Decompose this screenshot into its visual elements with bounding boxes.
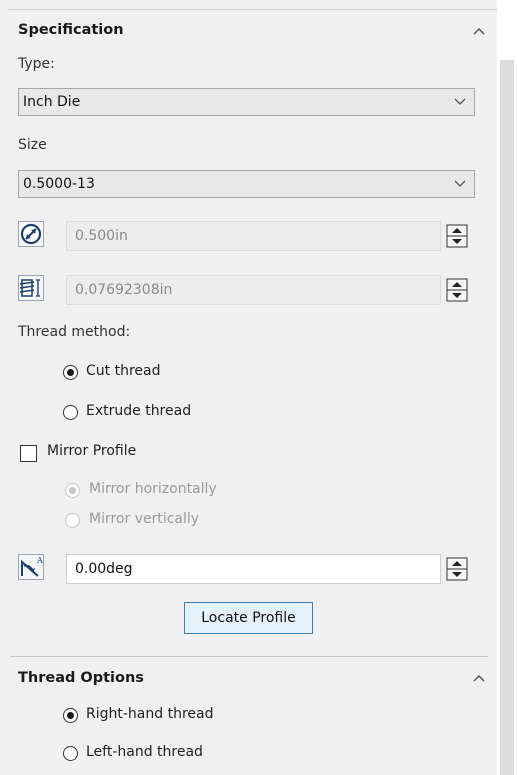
pitch-value: 0.07692308in bbox=[75, 282, 173, 298]
svg-text:A: A bbox=[36, 556, 43, 565]
chevron-down-icon bbox=[454, 180, 466, 187]
type-value: Inch Die bbox=[23, 94, 81, 110]
size-dropdown[interactable]: 0.5000-13 bbox=[18, 170, 475, 198]
cut-thread-radio[interactable] bbox=[63, 365, 78, 380]
spin-button-icon[interactable] bbox=[446, 557, 468, 581]
type-dropdown[interactable]: Inch Die bbox=[18, 88, 475, 116]
extrude-thread-label[interactable]: Extrude thread bbox=[86, 403, 191, 419]
pitch-field[interactable]: 0.07692308in bbox=[66, 275, 441, 305]
mirror-horizontally-radio[interactable] bbox=[65, 483, 80, 498]
right-hand-thread-label[interactable]: Right-hand thread bbox=[86, 706, 213, 722]
mirror-vertically-label[interactable]: Mirror vertically bbox=[89, 511, 199, 527]
mirror-profile-label[interactable]: Mirror Profile bbox=[47, 443, 136, 459]
top-divider bbox=[8, 9, 497, 10]
mirror-vertically-radio[interactable] bbox=[65, 513, 80, 528]
diameter-value: 0.500in bbox=[75, 228, 128, 244]
scrollbar-thumb[interactable] bbox=[500, 60, 514, 775]
section-divider bbox=[10, 656, 488, 657]
locate-profile-label: Locate Profile bbox=[201, 610, 296, 626]
chevron-up-icon[interactable] bbox=[472, 26, 486, 36]
thread-property-panel: Specification Type: Inch Die Size 0.5000… bbox=[0, 0, 497, 775]
mirror-horizontally-label[interactable]: Mirror horizontally bbox=[89, 481, 217, 497]
diameter-icon bbox=[18, 221, 44, 247]
rotation-angle-icon: A bbox=[18, 554, 44, 580]
extrude-thread-radio[interactable] bbox=[63, 405, 78, 420]
type-label: Type: bbox=[18, 56, 55, 72]
angle-field[interactable]: 0.00deg bbox=[66, 554, 441, 584]
locate-profile-button[interactable]: Locate Profile bbox=[184, 602, 313, 634]
thread-pitch-icon bbox=[18, 275, 44, 301]
left-hand-thread-radio[interactable] bbox=[63, 746, 78, 761]
chevron-up-icon[interactable] bbox=[472, 673, 486, 683]
mirror-profile-checkbox[interactable] bbox=[20, 445, 37, 462]
size-label: Size bbox=[18, 137, 47, 153]
right-hand-thread-radio[interactable] bbox=[63, 708, 78, 723]
spin-button-icon[interactable] bbox=[446, 224, 468, 248]
thread-options-title: Thread Options bbox=[18, 670, 144, 686]
cut-thread-label[interactable]: Cut thread bbox=[86, 363, 160, 379]
angle-value: 0.00deg bbox=[75, 561, 133, 577]
size-value: 0.5000-13 bbox=[23, 176, 95, 192]
thread-method-label: Thread method: bbox=[18, 324, 131, 340]
specification-title: Specification bbox=[18, 22, 124, 38]
spin-button-icon[interactable] bbox=[446, 278, 468, 302]
chevron-down-icon bbox=[454, 98, 466, 105]
vertical-scrollbar[interactable] bbox=[497, 0, 517, 775]
left-hand-thread-label[interactable]: Left-hand thread bbox=[86, 744, 203, 760]
diameter-field[interactable]: 0.500in bbox=[66, 221, 441, 251]
